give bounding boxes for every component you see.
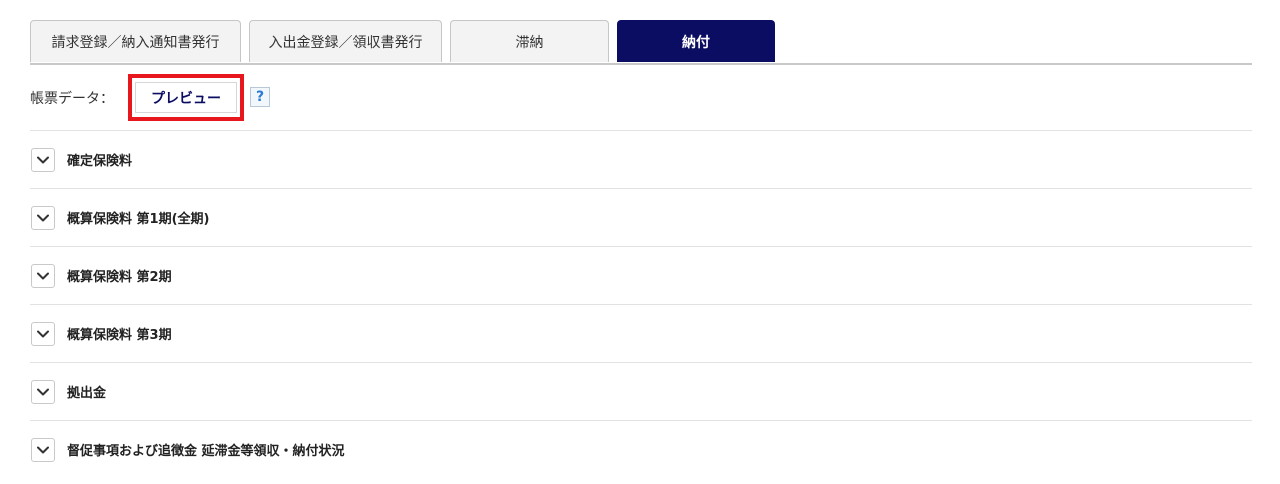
tab-payment-registration[interactable]: 入出金登録／領収書発行 [249, 20, 442, 62]
page: 請求登録／納入通知書発行 入出金登録／領収書発行 滞納 納付 帳票データ： プレ… [0, 0, 1280, 484]
section-contribution[interactable]: 拠出金 [30, 362, 1252, 420]
chevron-down-icon[interactable] [31, 263, 55, 288]
form-data-row: 帳票データ： プレビュー ? [30, 74, 270, 122]
question-icon[interactable]: ? [250, 87, 270, 107]
chevron-down-icon[interactable] [31, 321, 55, 346]
tab-billing-registration[interactable]: 請求登録／納入通知書発行 [30, 20, 241, 62]
chevron-down-icon[interactable] [31, 379, 55, 404]
section-title: 概算保険料 第1期(全期) [67, 212, 210, 227]
section-estimated-premium-2[interactable]: 概算保険料 第2期 [30, 246, 1252, 304]
preview-button[interactable]: プレビュー [135, 82, 237, 113]
tab-delinquency[interactable]: 滞納 [450, 20, 609, 62]
section-dunning-status[interactable]: 督促事項および追徴金 延滞金等領収・納付状況 [30, 420, 1252, 478]
form-data-label: 帳票データ： [30, 91, 114, 107]
tab-payment[interactable]: 納付 [617, 20, 775, 62]
tab-bar: 請求登録／納入通知書発行 入出金登録／領収書発行 滞納 納付 [30, 20, 1252, 65]
section-title: 確定保険料 [67, 154, 133, 169]
section-list: 確定保険料 概算保険料 第1期(全期) 概算保険料 第2期 概算保険料 第3期 … [30, 130, 1252, 478]
section-confirmed-premium[interactable]: 確定保険料 [30, 130, 1252, 188]
section-title: 概算保険料 第2期 [67, 270, 172, 285]
section-estimated-premium-3[interactable]: 概算保険料 第3期 [30, 304, 1252, 362]
chevron-down-icon[interactable] [31, 437, 55, 462]
chevron-down-icon[interactable] [31, 147, 55, 172]
section-estimated-premium-1[interactable]: 概算保険料 第1期(全期) [30, 188, 1252, 246]
chevron-down-icon[interactable] [31, 205, 55, 230]
section-title: 督促事項および追徴金 延滞金等領収・納付状況 [67, 444, 345, 459]
section-title: 概算保険料 第3期 [67, 328, 172, 343]
section-title: 拠出金 [67, 386, 107, 401]
